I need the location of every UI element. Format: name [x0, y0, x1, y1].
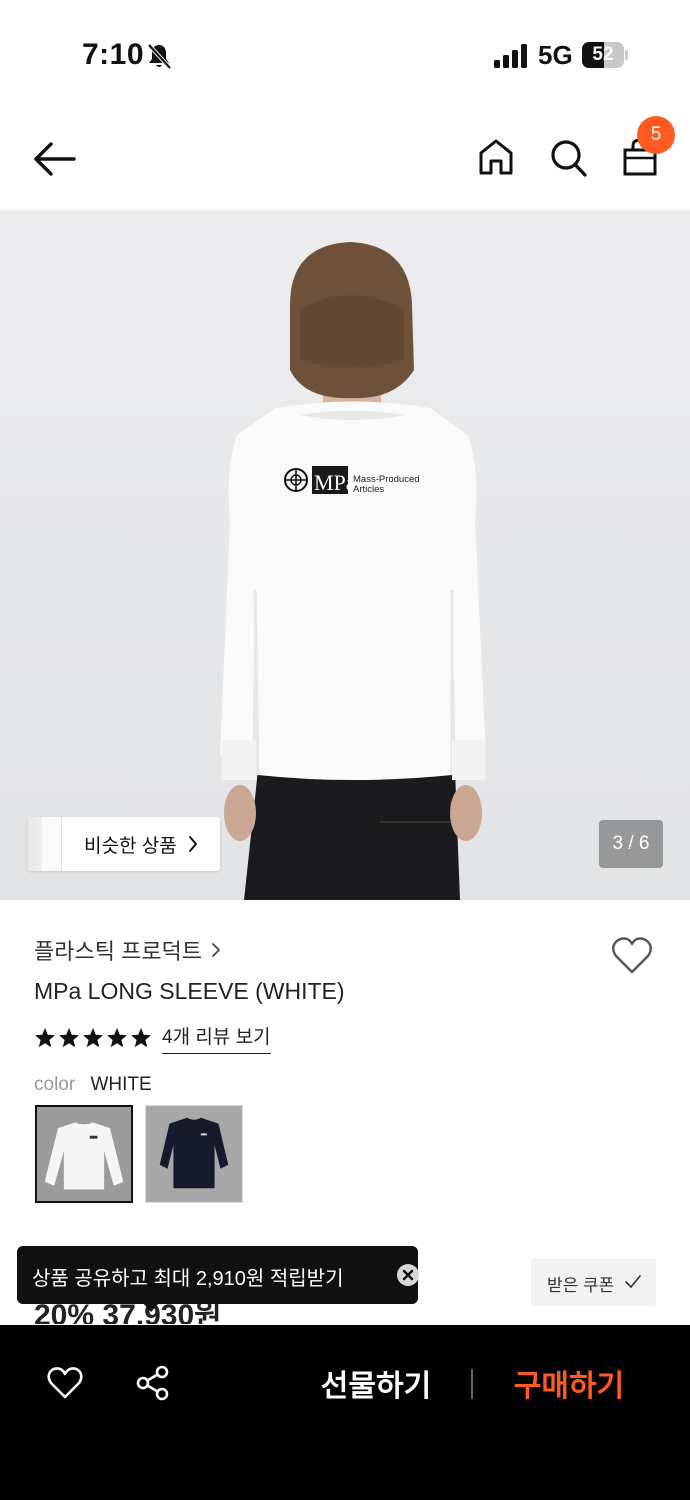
buy-button[interactable]: 구매하기	[497, 1361, 641, 1405]
review-link[interactable]: 4개 리뷰 보기	[162, 1022, 271, 1054]
divider	[471, 1369, 473, 1399]
share-icon[interactable]	[134, 1365, 172, 1401]
star-icon	[59, 1028, 79, 1048]
share-reward-text: 상품 공유하고 최대 2,910원 적립받기	[32, 1268, 344, 1290]
image-page-counter: 3 / 6	[599, 820, 663, 868]
star-icon	[83, 1028, 103, 1048]
network-type: 5G	[538, 40, 573, 70]
similar-thumbnail-stack	[42, 817, 62, 871]
home-icon[interactable]	[476, 136, 516, 178]
status-time: 7:10	[82, 38, 145, 71]
white-shirt-thumbnail	[37, 1107, 131, 1201]
battery-icon: 52	[582, 42, 628, 68]
similar-products-button[interactable]: 비슷한 상품	[28, 817, 220, 871]
product-image-gallery[interactable]: MPa Mass-Produced Articles 비슷한 상품 3 / 6	[0, 210, 690, 900]
navy-shirt-swatch[interactable]	[145, 1105, 243, 1203]
brand-name: 플라스틱 프로덕트	[34, 939, 203, 964]
navy-shirt-thumbnail	[146, 1106, 242, 1202]
received-coupon-button[interactable]: 받은 쿠폰	[531, 1258, 656, 1306]
toast-pointer	[142, 1302, 160, 1312]
similar-products-label: 비슷한 상품	[84, 836, 177, 857]
cart-count-badge: 5	[637, 116, 675, 154]
check-icon	[625, 1275, 641, 1288]
star-icon	[131, 1028, 151, 1048]
search-icon[interactable]	[548, 136, 588, 178]
color-row: color WHITE	[34, 1074, 152, 1096]
rating-row: 4개 리뷰 보기	[34, 1022, 271, 1054]
print-brand: MPa	[314, 470, 356, 495]
star-icon	[35, 1028, 55, 1048]
share-reward-toast[interactable]: 상품 공유하고 최대 2,910원 적립받기	[17, 1246, 419, 1304]
product-photo: MPa Mass-Produced Articles	[220, 242, 486, 900]
product-title: MPa LONG SLEEVE (WHITE)	[34, 978, 345, 1004]
chevron-right-icon	[212, 943, 220, 957]
heart-icon[interactable]	[46, 1365, 84, 1401]
chevron-right-icon	[189, 836, 197, 852]
back-arrow-icon[interactable]	[32, 138, 78, 180]
color-value: WHITE	[90, 1074, 152, 1095]
gift-button[interactable]: 선물하기	[304, 1361, 448, 1405]
status-bar: 7:10 5G 52	[0, 0, 690, 110]
close-icon[interactable]	[397, 1264, 419, 1286]
star-rating	[34, 1027, 152, 1049]
star-icon	[107, 1028, 127, 1048]
color-label: color	[34, 1074, 76, 1095]
wishlist-heart-icon[interactable]	[610, 934, 654, 976]
battery-level: 52	[592, 44, 614, 65]
bottom-action-bar: 선물하기 구매하기	[0, 1325, 690, 1500]
brand-link[interactable]: 플라스틱 프로덕트	[34, 934, 221, 966]
signal-icon	[494, 44, 527, 68]
coupon-label: 받은 쿠폰	[547, 1276, 615, 1295]
bell-slash-icon	[147, 43, 172, 70]
print-line-2: Articles	[353, 484, 384, 495]
white-shirt-swatch[interactable]	[35, 1105, 133, 1203]
top-nav	[0, 110, 690, 210]
